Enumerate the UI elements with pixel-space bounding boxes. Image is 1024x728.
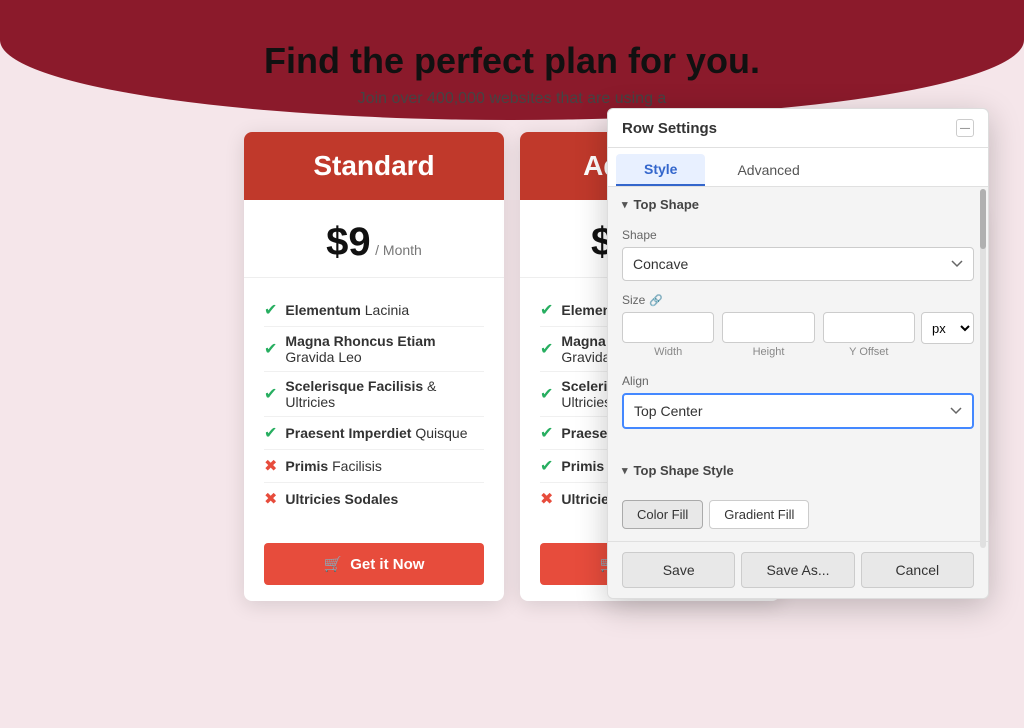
feature-text: Ultricies Sodales <box>285 491 398 507</box>
y-offset-label: Y Offset <box>849 346 888 358</box>
top-shape-style-content: Color Fill Gradient Fill <box>608 486 988 541</box>
standard-get-it-button[interactable]: 🛒 Get it Now <box>264 543 484 585</box>
tab-style[interactable]: Style <box>616 154 705 186</box>
standard-price-amount: $9 <box>326 220 371 264</box>
y-offset-input[interactable] <box>823 312 915 343</box>
list-item: ✔ Elementum Lacinia <box>264 294 484 327</box>
panel-body: ▾ Top Shape Shape Concave None Convex Tr… <box>608 187 988 541</box>
save-button[interactable]: Save <box>622 552 735 588</box>
cart-icon: 🛒 <box>324 555 343 573</box>
panel-scrollbar[interactable] <box>980 189 986 548</box>
tab-advanced[interactable]: Advanced <box>709 154 827 186</box>
chevron-down-icon-2: ▾ <box>622 464 628 477</box>
row-settings-panel: Row Settings — Style Advanced ▾ Top Shap… <box>607 108 989 599</box>
align-select[interactable]: Top Center Top Left Top Right Bottom Cen… <box>622 393 974 429</box>
link-icon: 🔗 <box>649 294 663 307</box>
check-icon: ✔ <box>540 384 553 404</box>
top-shape-label: Top Shape <box>634 197 699 212</box>
align-field-row: Align Top Center Top Left Top Right Bott… <box>622 374 974 429</box>
unit-dropdown[interactable]: px % em <box>922 320 973 337</box>
save-as-button[interactable]: Save As... <box>741 552 854 588</box>
height-label: Height <box>753 346 785 358</box>
feature-text: Elementum Lacinia <box>285 302 409 318</box>
feature-text: Scelerisque Facilisis & Ultricies <box>285 378 484 410</box>
cancel-button[interactable]: Cancel <box>861 552 974 588</box>
page-title: Find the perfect plan for you. <box>40 40 984 82</box>
chevron-down-icon: ▾ <box>622 198 628 211</box>
feature-text: Praesent Imperdiet Quisque <box>285 425 467 441</box>
list-item: ✔ Scelerisque Facilisis & Ultricies <box>264 372 484 417</box>
check-icon: ✔ <box>264 339 277 359</box>
width-input[interactable] <box>622 312 714 343</box>
top-shape-section-content: Shape Concave None Convex Triangle Wave … <box>608 220 988 453</box>
panel-header: Row Settings — <box>608 109 988 148</box>
standard-card-header: Standard <box>244 132 504 200</box>
align-field-label: Align <box>622 374 974 388</box>
width-input-group: Width <box>622 312 714 358</box>
standard-card: Standard $9 / Month ✔ Elementum Lacinia … <box>244 132 504 601</box>
feature-text: Primis Facilisis <box>285 458 381 474</box>
list-item: ✔ Praesent Imperdiet Quisque <box>264 417 484 450</box>
check-icon: ✔ <box>264 384 277 404</box>
panel-title: Row Settings <box>622 120 717 137</box>
standard-card-price: $9 / Month <box>244 200 504 278</box>
x-icon: ✖ <box>540 489 553 509</box>
x-icon: ✖ <box>264 489 277 509</box>
top-shape-style-section-header: ▾ Top Shape Style <box>608 453 988 486</box>
page-subtitle: Join over 400,000 websites that are usin… <box>40 90 984 108</box>
size-field-row: Size 🔗 Width Height <box>622 293 974 362</box>
minimize-icon: — <box>960 123 970 134</box>
check-icon: ✔ <box>264 423 277 443</box>
fill-buttons-group: Color Fill Gradient Fill <box>622 500 974 529</box>
shape-field-row: Shape Concave None Convex Triangle Wave <box>622 228 974 281</box>
check-icon: ✔ <box>264 300 277 320</box>
shape-select[interactable]: Concave None Convex Triangle Wave <box>622 247 974 281</box>
size-field-label: Size 🔗 <box>622 293 974 307</box>
check-icon: ✔ <box>540 339 553 359</box>
standard-features: ✔ Elementum Lacinia ✔ Magna Rhoncus Etia… <box>244 278 504 531</box>
height-input-group: Height <box>722 312 814 358</box>
panel-minimize-button[interactable]: — <box>956 119 974 137</box>
height-input[interactable] <box>722 312 814 343</box>
standard-button-label: Get it Now <box>350 556 424 573</box>
check-icon: ✔ <box>540 300 553 320</box>
list-item: ✖ Ultricies Sodales <box>264 483 484 515</box>
shape-field-label: Shape <box>622 228 974 242</box>
top-shape-style-label: Top Shape Style <box>634 463 734 478</box>
standard-price-period: / Month <box>375 242 422 258</box>
check-icon: ✔ <box>540 423 553 443</box>
list-item: ✔ Magna Rhoncus Etiam Gravida Leo <box>264 327 484 372</box>
unit-select[interactable]: px % em <box>921 312 974 344</box>
panel-scrollbar-thumb[interactable] <box>980 189 986 249</box>
x-icon: ✖ <box>264 456 277 476</box>
top-shape-section-header: ▾ Top Shape <box>608 187 988 220</box>
width-label: Width <box>654 346 682 358</box>
gradient-fill-button[interactable]: Gradient Fill <box>709 500 809 529</box>
color-fill-button[interactable]: Color Fill <box>622 500 703 529</box>
feature-text: Magna Rhoncus Etiam Gravida Leo <box>285 333 484 365</box>
y-offset-input-group: Y Offset <box>823 312 915 358</box>
check-icon: ✔ <box>540 456 553 476</box>
standard-card-footer: 🛒 Get it Now <box>244 531 504 601</box>
panel-footer: Save Save As... Cancel <box>608 541 988 598</box>
panel-tabs: Style Advanced <box>608 148 988 187</box>
list-item: ✖ Primis Facilisis <box>264 450 484 483</box>
